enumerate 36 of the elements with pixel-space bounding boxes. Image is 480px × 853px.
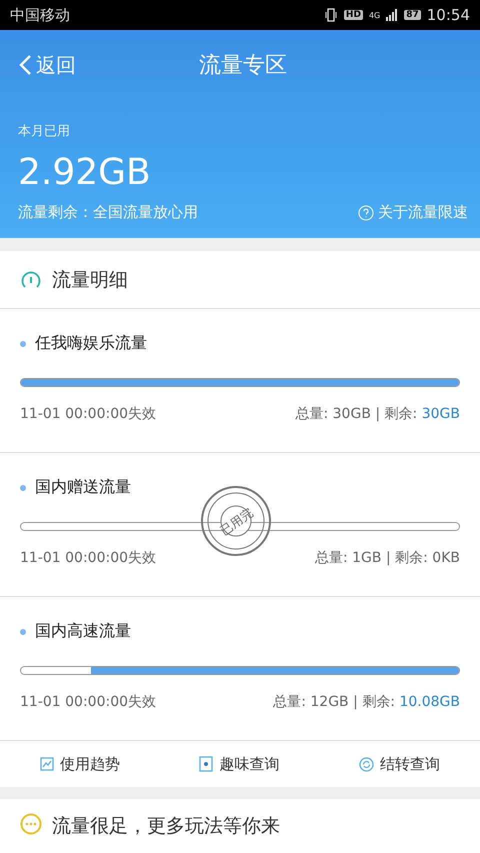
plan-name: 国内赠送流量 bbox=[35, 477, 131, 498]
network-type: 4G bbox=[368, 10, 380, 20]
help-icon bbox=[358, 204, 374, 221]
query-button[interactable]: 结转查询 bbox=[353, 754, 446, 774]
bullet-dot bbox=[20, 628, 26, 634]
expiry-time: 11-01 00:00:00失效 bbox=[20, 549, 156, 567]
clock: 10:54 bbox=[426, 6, 470, 24]
expiry-time: 11-01 00:00:00失效 bbox=[20, 405, 156, 423]
page-title: 流量专区 bbox=[199, 52, 287, 80]
section-title: 流量明细 bbox=[52, 268, 128, 292]
signal-icon bbox=[386, 9, 398, 22]
promo-text: 流量很足，更多玩法等你来 bbox=[52, 814, 280, 839]
query-button[interactable]: 使用趋势 bbox=[34, 754, 126, 774]
bullet-dot bbox=[20, 484, 26, 490]
battery-level: 87 bbox=[404, 10, 421, 20]
quota-text: 总量: 12GB | 剩余: 10.08GB bbox=[273, 693, 460, 711]
plan-name: 国内高速流量 bbox=[35, 621, 131, 642]
used-label: 本月已用 bbox=[18, 123, 71, 140]
query-button[interactable]: 趣味查询 bbox=[193, 754, 286, 774]
document-icon bbox=[199, 756, 214, 772]
hd-badge: HD bbox=[344, 10, 363, 20]
remaining-note: 流量剩余：全国流量放心用 bbox=[18, 203, 198, 222]
used-up-stamp: 已用完 bbox=[200, 485, 272, 557]
carrier-name: 中国移动 bbox=[10, 6, 70, 25]
quota-text: 总量: 30GB | 剩余: 30GB bbox=[295, 405, 460, 423]
plan-name: 任我嗨娱乐流量 bbox=[35, 333, 147, 354]
quota-text: 总量: 1GB | 剩余: 0KB bbox=[314, 549, 460, 567]
expiry-time: 11-01 00:00:00失效 bbox=[20, 693, 156, 711]
refresh-icon bbox=[359, 756, 374, 772]
gauge-icon bbox=[20, 268, 42, 290]
more-icon bbox=[20, 813, 42, 835]
bullet-dot bbox=[20, 340, 26, 346]
vibrate-icon bbox=[324, 8, 338, 22]
used-amount: 2.92GB bbox=[18, 152, 152, 194]
chart-icon bbox=[40, 757, 54, 771]
back-icon bbox=[18, 54, 32, 76]
